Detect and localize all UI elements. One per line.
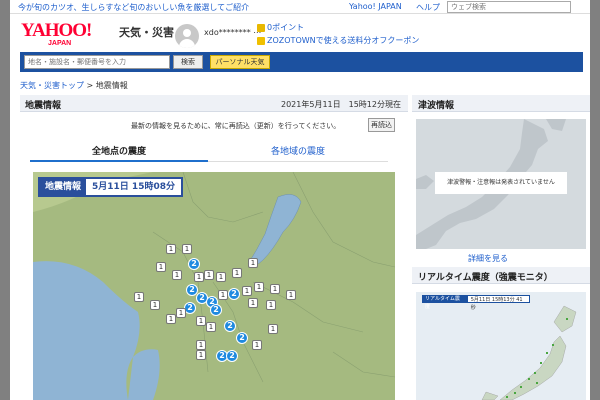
avatar-head	[183, 29, 191, 37]
help-link[interactable]: ヘルプ	[416, 2, 440, 13]
updated-datetime: 2021年5月11日 15時12分現在	[281, 100, 401, 109]
coupon-link[interactable]: ZOZOTOWNで使える送料分オフクーポン	[257, 35, 419, 46]
points-link[interactable]: 0ポイント	[257, 22, 304, 33]
realtime-bar-label: リアルタイム震度	[422, 295, 467, 310]
intensity-marker: 1	[150, 300, 160, 310]
realtime-map-graphic	[416, 292, 586, 400]
search-button[interactable]: 検索	[173, 55, 203, 69]
breadcrumb-current: 地震情報	[95, 81, 128, 90]
page-title: 地震情報	[25, 101, 62, 111]
tab-all-points[interactable]: 全地点の震度	[30, 144, 208, 162]
intensity-marker: 1	[218, 290, 228, 300]
tsunami-header: 津波情報	[412, 95, 590, 112]
intensity-marker: 1	[204, 270, 214, 280]
intensity-map[interactable]	[33, 172, 395, 400]
intensity-marker: 1	[196, 340, 206, 350]
intensity-marker: 2	[210, 304, 222, 316]
intensity-marker: 1	[270, 284, 280, 294]
intensity-marker: 2	[188, 258, 200, 270]
intensity-marker: 1	[254, 282, 264, 292]
username[interactable]: xdo******** ⋯	[204, 28, 261, 37]
location-search-bar: 検索 パーソナル天気	[20, 52, 583, 72]
top-strip: 今が旬のカツオ、生しらすなど旬のおいしい魚を厳選してご紹介 Yahoo! JAP…	[10, 0, 590, 14]
realtime-monitor-map[interactable]	[416, 292, 586, 400]
points-text: 0ポイント	[267, 23, 305, 32]
refresh-note: 最新の情報を見るために、常に再読込（更新）を行ってください。	[131, 122, 341, 130]
tab-regions[interactable]: 各地域の震度	[208, 144, 388, 162]
intensity-marker: 1	[232, 268, 242, 278]
intensity-marker: 1	[196, 350, 206, 360]
realtime-header: リアルタイム震度（強震モニタ）	[412, 267, 590, 284]
intensity-marker: 1	[176, 308, 186, 318]
intensity-marker: 1	[286, 290, 296, 300]
intensity-marker: 1	[166, 314, 176, 324]
points-icon	[257, 23, 265, 32]
intensity-marker: 1	[156, 262, 166, 272]
intensity-marker: 1	[196, 316, 206, 326]
intensity-marker: 2	[224, 320, 236, 332]
avatar[interactable]	[175, 24, 199, 48]
breadcrumb-separator: >	[84, 81, 96, 90]
tsunami-more-link[interactable]: 詳細を見る	[468, 253, 508, 264]
personal-weather-button[interactable]: パーソナル天気	[210, 55, 270, 69]
browser-page: 今が旬のカツオ、生しらすなど旬のおいしい魚を厳選してご紹介 Yahoo! JAP…	[10, 0, 590, 400]
intensity-marker: 1	[268, 324, 278, 334]
coupon-icon	[257, 36, 265, 45]
intensity-marker: 1	[172, 270, 182, 280]
reload-button[interactable]: 再読込	[368, 118, 395, 132]
tsunami-title: 津波情報	[418, 101, 455, 111]
intensity-marker: 1	[248, 258, 258, 268]
intensity-marker: 1	[182, 244, 192, 254]
yahoo-japan-link[interactable]: Yahoo! JAPAN	[349, 2, 402, 11]
realtime-bar-time: 5月11日 15時13分 41秒	[466, 295, 530, 311]
realtime-title: リアルタイム震度（強震モニタ）	[418, 273, 553, 283]
username-text: xdo********	[204, 28, 251, 37]
intensity-marker: 1	[134, 292, 144, 302]
intensity-marker: 1	[166, 244, 176, 254]
map-header: 地震情報 5月11日 15時08分	[38, 177, 183, 197]
yahoo-logo[interactable]: YAHOO!	[21, 20, 92, 42]
intensity-marker: 1	[216, 272, 226, 282]
intensity-marker: 1	[206, 322, 216, 332]
intensity-marker: 2	[236, 332, 248, 344]
intensity-marker: 1	[242, 286, 252, 296]
intensity-marker: 1	[266, 300, 276, 310]
yahoo-logo-sub: JAPAN	[48, 40, 72, 47]
intensity-map-graphic	[33, 172, 395, 400]
realtime-time-bar: リアルタイム震度 5月11日 15時13分 41秒	[422, 295, 530, 311]
tsunami-note: 津波警報・注意報は発表されていません	[435, 172, 567, 194]
avatar-body	[179, 39, 195, 48]
intensity-marker: 1	[252, 340, 262, 350]
earthquake-panel-header: 地震情報 2021年5月11日 15時12分現在	[20, 95, 408, 112]
coupon-text: ZOZOTOWNで使える送料分オフクーポン	[267, 36, 420, 45]
intensity-marker: 1	[194, 272, 204, 282]
promo-link[interactable]: 今が旬のカツオ、生しらすなど旬のおいしい魚を厳選してご紹介	[18, 2, 249, 13]
breadcrumb-top-link[interactable]: 天気・災害トップ	[20, 81, 84, 90]
map-datetime: 5月11日 15時08分	[86, 179, 181, 195]
location-search-input[interactable]	[24, 55, 170, 69]
intensity-marker: 2	[226, 350, 238, 362]
breadcrumb: 天気・災害トップ > 地震情報	[20, 80, 128, 91]
map-label: 地震情報	[45, 182, 82, 192]
intensity-marker: 1	[248, 298, 258, 308]
web-search-input[interactable]	[447, 1, 571, 13]
intensity-marker: 2	[228, 288, 240, 300]
site-title[interactable]: 天気・災害	[119, 24, 174, 40]
